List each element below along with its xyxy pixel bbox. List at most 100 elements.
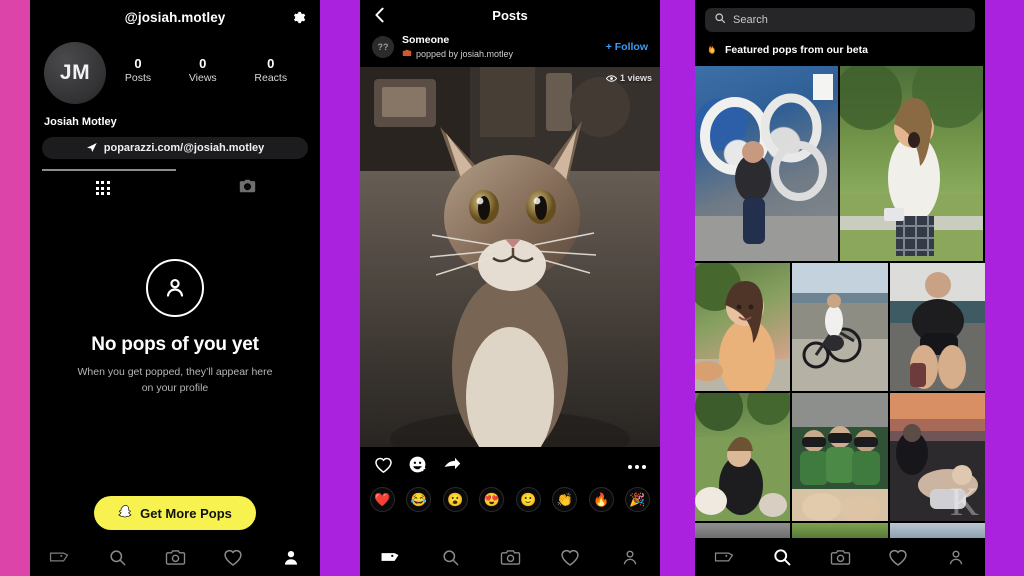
grid-tab[interactable] bbox=[30, 173, 175, 203]
camera-tab[interactable] bbox=[175, 173, 320, 203]
nav-profile[interactable] bbox=[276, 544, 306, 570]
stat-posts-label: Posts bbox=[124, 72, 152, 85]
share-arrow-icon[interactable] bbox=[442, 456, 462, 479]
nav-camera[interactable] bbox=[495, 544, 525, 570]
profile-tabs bbox=[30, 169, 320, 203]
stat-reacts-value: 0 bbox=[267, 56, 275, 71]
gear-icon[interactable] bbox=[291, 10, 306, 25]
search-placeholder: Search bbox=[733, 14, 768, 26]
reaction-6[interactable]: 🔥 bbox=[588, 487, 614, 513]
ellipsis-icon[interactable] bbox=[628, 465, 646, 470]
fire-glyph bbox=[708, 41, 715, 54]
search-wrap: Search bbox=[695, 0, 985, 32]
get-more-pops-button[interactable]: Get More Pops bbox=[94, 496, 256, 530]
tile-selfie[interactable] bbox=[695, 263, 791, 391]
reaction-3[interactable]: 😍 bbox=[479, 487, 505, 513]
reaction-bar: ❤️ 😂 😮 😍 🙂 👏 🔥 🎉 bbox=[360, 483, 660, 513]
phone-profile-screen: @josiah.motley JM 0 Posts 0 Views 0 Reac… bbox=[30, 0, 320, 576]
stat-posts[interactable]: 0 Posts bbox=[125, 56, 151, 86]
beach-bike-art bbox=[792, 263, 888, 391]
grid-row: K bbox=[695, 393, 985, 521]
tile-grass-friends[interactable] bbox=[695, 393, 791, 521]
nav-home[interactable] bbox=[44, 544, 74, 570]
bottom-nav-mid bbox=[360, 538, 660, 576]
reaction-0[interactable]: ❤️ bbox=[370, 487, 395, 513]
phone-discover-screen: Search Featured pops from our beta K bbox=[695, 0, 985, 576]
smiley-plus-icon[interactable] bbox=[408, 455, 427, 479]
sunset-art: K bbox=[889, 393, 985, 521]
nav-activity[interactable] bbox=[555, 544, 585, 570]
background-band-purple-2 bbox=[660, 0, 695, 576]
team-art bbox=[792, 393, 888, 521]
search-icon bbox=[714, 11, 726, 29]
tile-team[interactable] bbox=[792, 393, 888, 521]
nav-search[interactable] bbox=[767, 544, 797, 570]
tile-boat[interactable] bbox=[889, 263, 985, 391]
post-author-name: Someone bbox=[402, 34, 450, 46]
background-band-purple-3 bbox=[985, 0, 1024, 576]
nav-activity[interactable] bbox=[883, 544, 913, 570]
tile-park-girl[interactable] bbox=[840, 66, 983, 261]
stat-reacts[interactable]: 0 Reacts bbox=[254, 56, 287, 86]
nav-search[interactable] bbox=[435, 544, 465, 570]
eye-icon bbox=[605, 75, 617, 82]
fire-icon bbox=[707, 41, 718, 59]
grid-icon bbox=[95, 181, 110, 195]
reaction-1[interactable]: 😂 bbox=[406, 487, 432, 513]
views-text: 1 views bbox=[619, 73, 652, 84]
empty-state-title: No pops of you yet bbox=[91, 334, 259, 355]
bottom-nav-left bbox=[30, 538, 320, 576]
empty-state: No pops of you yet When you get popped, … bbox=[30, 203, 320, 397]
reaction-5[interactable]: 👏 bbox=[552, 487, 578, 513]
tab-active-underline bbox=[42, 169, 176, 171]
nav-camera[interactable] bbox=[825, 544, 855, 570]
post-subtitle: popped by josiah.motley bbox=[402, 48, 598, 61]
post-actions bbox=[360, 447, 660, 483]
background-band-pink bbox=[0, 0, 30, 576]
camera-icon bbox=[239, 179, 256, 198]
post-photo[interactable]: 1 views bbox=[360, 67, 660, 448]
profile-link-button[interactable]: poparazzi.com/@josiah.motley bbox=[42, 137, 308, 159]
nav-home[interactable] bbox=[709, 544, 739, 570]
chevron-left-icon[interactable] bbox=[374, 7, 385, 28]
post-subtitle-text: popped by josiah.motley bbox=[416, 48, 514, 59]
empty-state-subtitle: When you get popped, they’ll appear here… bbox=[77, 366, 273, 395]
nav-home[interactable] bbox=[375, 544, 405, 570]
section-header: Featured pops from our beta bbox=[695, 32, 985, 66]
person-circle-icon bbox=[146, 259, 204, 317]
tile-graffiti[interactable] bbox=[695, 66, 838, 261]
stat-posts-value: 0 bbox=[134, 56, 142, 71]
reaction-4[interactable]: 🙂 bbox=[515, 487, 541, 513]
posts-header: Posts bbox=[360, 0, 660, 30]
stat-reacts-label: Reacts bbox=[254, 72, 288, 85]
cat-photo-illustration bbox=[360, 67, 660, 448]
heart-outline-icon[interactable] bbox=[374, 456, 393, 479]
posts-title: Posts bbox=[492, 7, 528, 23]
camera-badge-icon bbox=[402, 48, 412, 61]
follow-button[interactable]: + Follow bbox=[606, 41, 648, 53]
stat-views[interactable]: 0 Views bbox=[189, 56, 217, 86]
post-author-row: ?? Someone popped by josiah.motley + Fol… bbox=[360, 30, 660, 67]
selfie-art bbox=[695, 263, 791, 391]
screenshot-stage: @josiah.motley JM 0 Posts 0 Views 0 Reac… bbox=[0, 0, 1024, 576]
nav-profile[interactable] bbox=[941, 544, 971, 570]
profile-summary: JM 0 Posts 0 Views 0 Reacts bbox=[30, 34, 320, 104]
tile-sunset[interactable]: K bbox=[889, 393, 985, 521]
reaction-7[interactable]: 🎉 bbox=[624, 487, 650, 513]
share-arrow-icon bbox=[86, 141, 98, 156]
profile-header: @josiah.motley bbox=[30, 0, 320, 34]
avatar[interactable]: JM bbox=[44, 42, 106, 104]
grass-friends-art bbox=[695, 393, 791, 521]
views-indicator: 1 views bbox=[605, 73, 652, 84]
nav-activity[interactable] bbox=[218, 544, 248, 570]
reaction-2[interactable]: 😮 bbox=[442, 487, 468, 513]
search-input[interactable]: Search bbox=[705, 8, 975, 32]
snapchat-ghost-icon bbox=[118, 504, 133, 522]
nav-camera[interactable] bbox=[160, 544, 190, 570]
profile-link-label: poparazzi.com/@josiah.motley bbox=[103, 142, 265, 154]
stat-views-value: 0 bbox=[199, 56, 207, 71]
tile-beach-bike[interactable] bbox=[792, 263, 888, 391]
nav-profile[interactable] bbox=[615, 544, 645, 570]
nav-search[interactable] bbox=[102, 544, 132, 570]
post-avatar[interactable]: ?? bbox=[372, 36, 394, 59]
